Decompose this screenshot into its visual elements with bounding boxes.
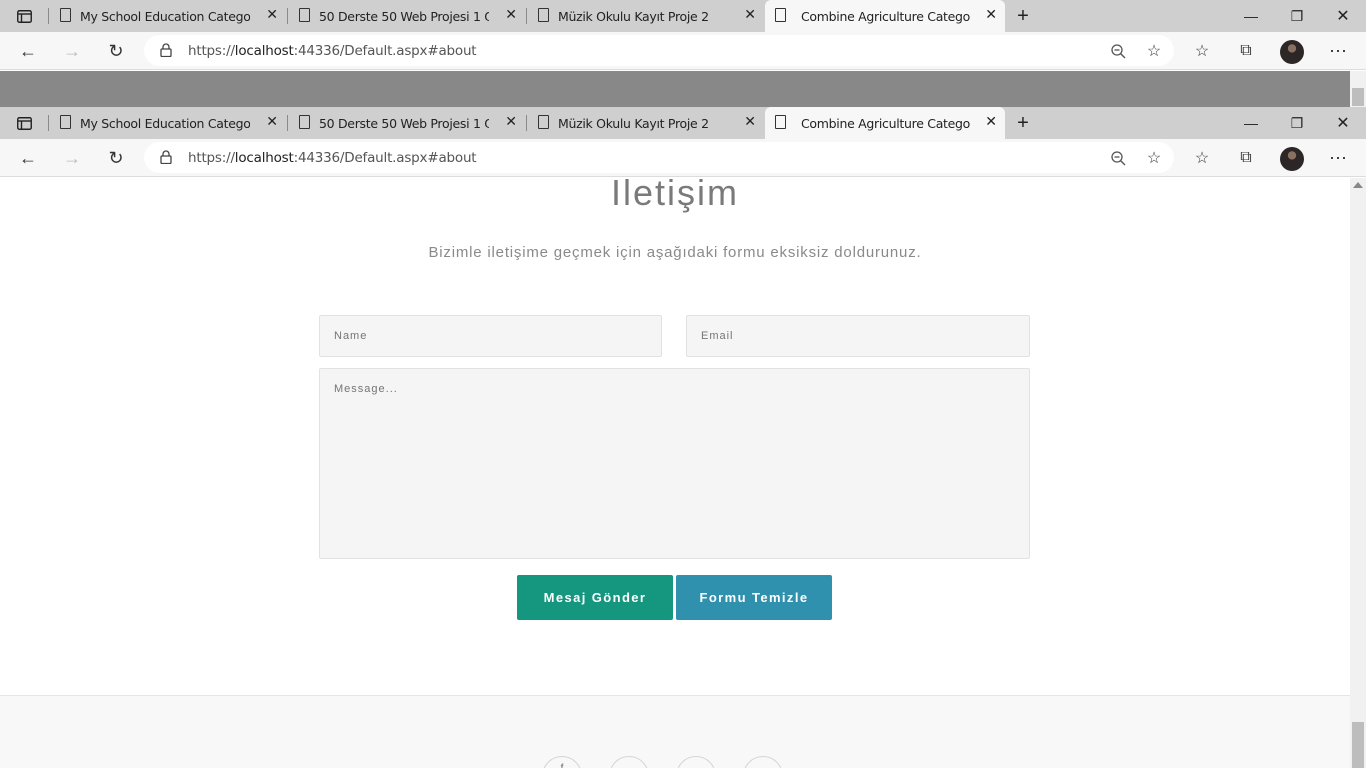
tab-actions-icon[interactable] bbox=[0, 107, 48, 139]
send-message-button[interactable]: Mesaj Gönder bbox=[517, 575, 673, 620]
minimize-icon[interactable]: — bbox=[1228, 0, 1274, 32]
profile-avatar[interactable] bbox=[1280, 40, 1304, 64]
address-bar-row: ← → ↻ https://localhost:44336/Default.as… bbox=[0, 32, 1366, 70]
browser-tab[interactable]: 50 Derste 50 Web Projesi 1 Okul ✕ bbox=[293, 107, 525, 139]
contact-section: İletişim Bizimle iletişime geçmek için a… bbox=[0, 178, 1350, 768]
close-icon[interactable]: ✕ bbox=[985, 114, 997, 130]
zoom-out-icon[interactable] bbox=[1100, 32, 1136, 70]
close-icon[interactable]: ✕ bbox=[744, 7, 756, 23]
back-icon[interactable]: ← bbox=[10, 139, 46, 177]
refresh-icon[interactable]: ↻ bbox=[98, 32, 134, 70]
collections-icon[interactable]: ⧉ bbox=[1228, 139, 1264, 177]
footer bbox=[0, 695, 1350, 768]
lock-icon[interactable] bbox=[160, 43, 172, 57]
close-icon[interactable]: ✕ bbox=[505, 114, 517, 130]
add-favorite-icon[interactable]: ☆ bbox=[1136, 139, 1172, 177]
tab-title: Combine Agriculture Category B bbox=[801, 116, 971, 131]
tab-title: 50 Derste 50 Web Projesi 1 Okul bbox=[319, 9, 489, 24]
close-window-icon[interactable]: ✕ bbox=[1320, 107, 1366, 139]
close-window-icon[interactable]: ✕ bbox=[1320, 0, 1366, 32]
close-icon[interactable]: ✕ bbox=[505, 7, 517, 23]
address-input[interactable]: https://localhost:44336/Default.aspx#abo… bbox=[144, 35, 1174, 66]
browser-tab[interactable]: My School Education Category B ✕ bbox=[54, 107, 286, 139]
new-tab-icon[interactable]: + bbox=[1000, 0, 1046, 32]
email-field[interactable] bbox=[686, 315, 1030, 357]
close-icon[interactable]: ✕ bbox=[266, 114, 278, 130]
scrollbar-thumb[interactable] bbox=[1352, 722, 1364, 768]
address-bar-row: ← → ↻ https://localhost:44336/Default.as… bbox=[0, 139, 1366, 177]
browser-tab[interactable]: 50 Derste 50 Web Projesi 1 Okul ✕ bbox=[293, 0, 525, 32]
close-icon[interactable]: ✕ bbox=[985, 7, 997, 23]
browser-tab-active[interactable]: Combine Agriculture Category B ✕ bbox=[765, 107, 1005, 139]
tab-actions-icon[interactable] bbox=[0, 0, 48, 32]
page-icon bbox=[60, 115, 71, 129]
section-heading: İletişim bbox=[610, 178, 739, 213]
page-icon bbox=[299, 8, 310, 22]
section-subtitle: Bizimle iletişime geçmek için aşağıdaki … bbox=[428, 244, 922, 261]
clear-form-button[interactable]: Formu Temizle bbox=[676, 575, 832, 620]
page-icon bbox=[775, 115, 786, 129]
tab-strip: My School Education Category B ✕ 50 Ders… bbox=[0, 107, 1366, 139]
close-icon[interactable]: ✕ bbox=[266, 7, 278, 23]
minimize-icon[interactable]: — bbox=[1228, 107, 1274, 139]
browser-tab-active[interactable]: Combine Agriculture Category B ✕ bbox=[765, 0, 1005, 32]
favorites-icon[interactable]: ☆ bbox=[1184, 32, 1220, 70]
tab-title: Combine Agriculture Category B bbox=[801, 9, 971, 24]
browser-tab[interactable]: My School Education Category B ✕ bbox=[54, 0, 286, 32]
url-text: https://localhost:44336/Default.aspx#abo… bbox=[188, 43, 477, 59]
forward-icon[interactable]: → bbox=[54, 139, 90, 177]
tab-title: Müzik Okulu Kayıt Proje 2 bbox=[558, 9, 709, 24]
tab-title: My School Education Category B bbox=[80, 9, 250, 24]
page-overlay-strip bbox=[0, 71, 1350, 107]
profile-avatar[interactable] bbox=[1280, 147, 1304, 171]
scroll-up-icon[interactable] bbox=[1353, 182, 1363, 188]
forward-icon[interactable]: → bbox=[54, 32, 90, 70]
more-icon[interactable]: ⋯ bbox=[1320, 32, 1356, 70]
name-field[interactable] bbox=[319, 315, 662, 357]
address-input[interactable]: https://localhost:44336/Default.aspx#abo… bbox=[144, 142, 1174, 173]
favorites-icon[interactable]: ☆ bbox=[1184, 139, 1220, 177]
restore-icon[interactable]: ❐ bbox=[1274, 107, 1320, 139]
collections-icon[interactable]: ⧉ bbox=[1228, 32, 1264, 70]
page-scrollbar[interactable] bbox=[1350, 178, 1366, 768]
tab-title: Müzik Okulu Kayıt Proje 2 bbox=[558, 116, 709, 131]
browser-tab[interactable]: Müzik Okulu Kayıt Proje 2 ✕ bbox=[532, 0, 764, 32]
tab-title: 50 Derste 50 Web Projesi 1 Okul bbox=[319, 116, 489, 131]
more-icon[interactable]: ⋯ bbox=[1320, 139, 1356, 177]
refresh-icon[interactable]: ↻ bbox=[98, 139, 134, 177]
page-icon bbox=[775, 8, 786, 22]
restore-icon[interactable]: ❐ bbox=[1274, 0, 1320, 32]
scrollbar-thumb-top[interactable] bbox=[1352, 88, 1364, 106]
add-favorite-icon[interactable]: ☆ bbox=[1136, 32, 1172, 70]
browser-tab[interactable]: Müzik Okulu Kayıt Proje 2 ✕ bbox=[532, 107, 764, 139]
tab-title: My School Education Category B bbox=[80, 116, 250, 131]
zoom-out-icon[interactable] bbox=[1100, 139, 1136, 177]
page-icon bbox=[60, 8, 71, 22]
tab-strip: My School Education Category B ✕ 50 Ders… bbox=[0, 0, 1366, 32]
back-icon[interactable]: ← bbox=[10, 32, 46, 70]
lock-icon[interactable] bbox=[160, 150, 172, 164]
page-icon bbox=[299, 115, 310, 129]
page-icon bbox=[538, 8, 549, 22]
url-text: https://localhost:44336/Default.aspx#abo… bbox=[188, 150, 477, 166]
page-icon bbox=[538, 115, 549, 129]
close-icon[interactable]: ✕ bbox=[744, 114, 756, 130]
message-field[interactable] bbox=[319, 368, 1030, 559]
new-tab-icon[interactable]: + bbox=[1000, 107, 1046, 139]
